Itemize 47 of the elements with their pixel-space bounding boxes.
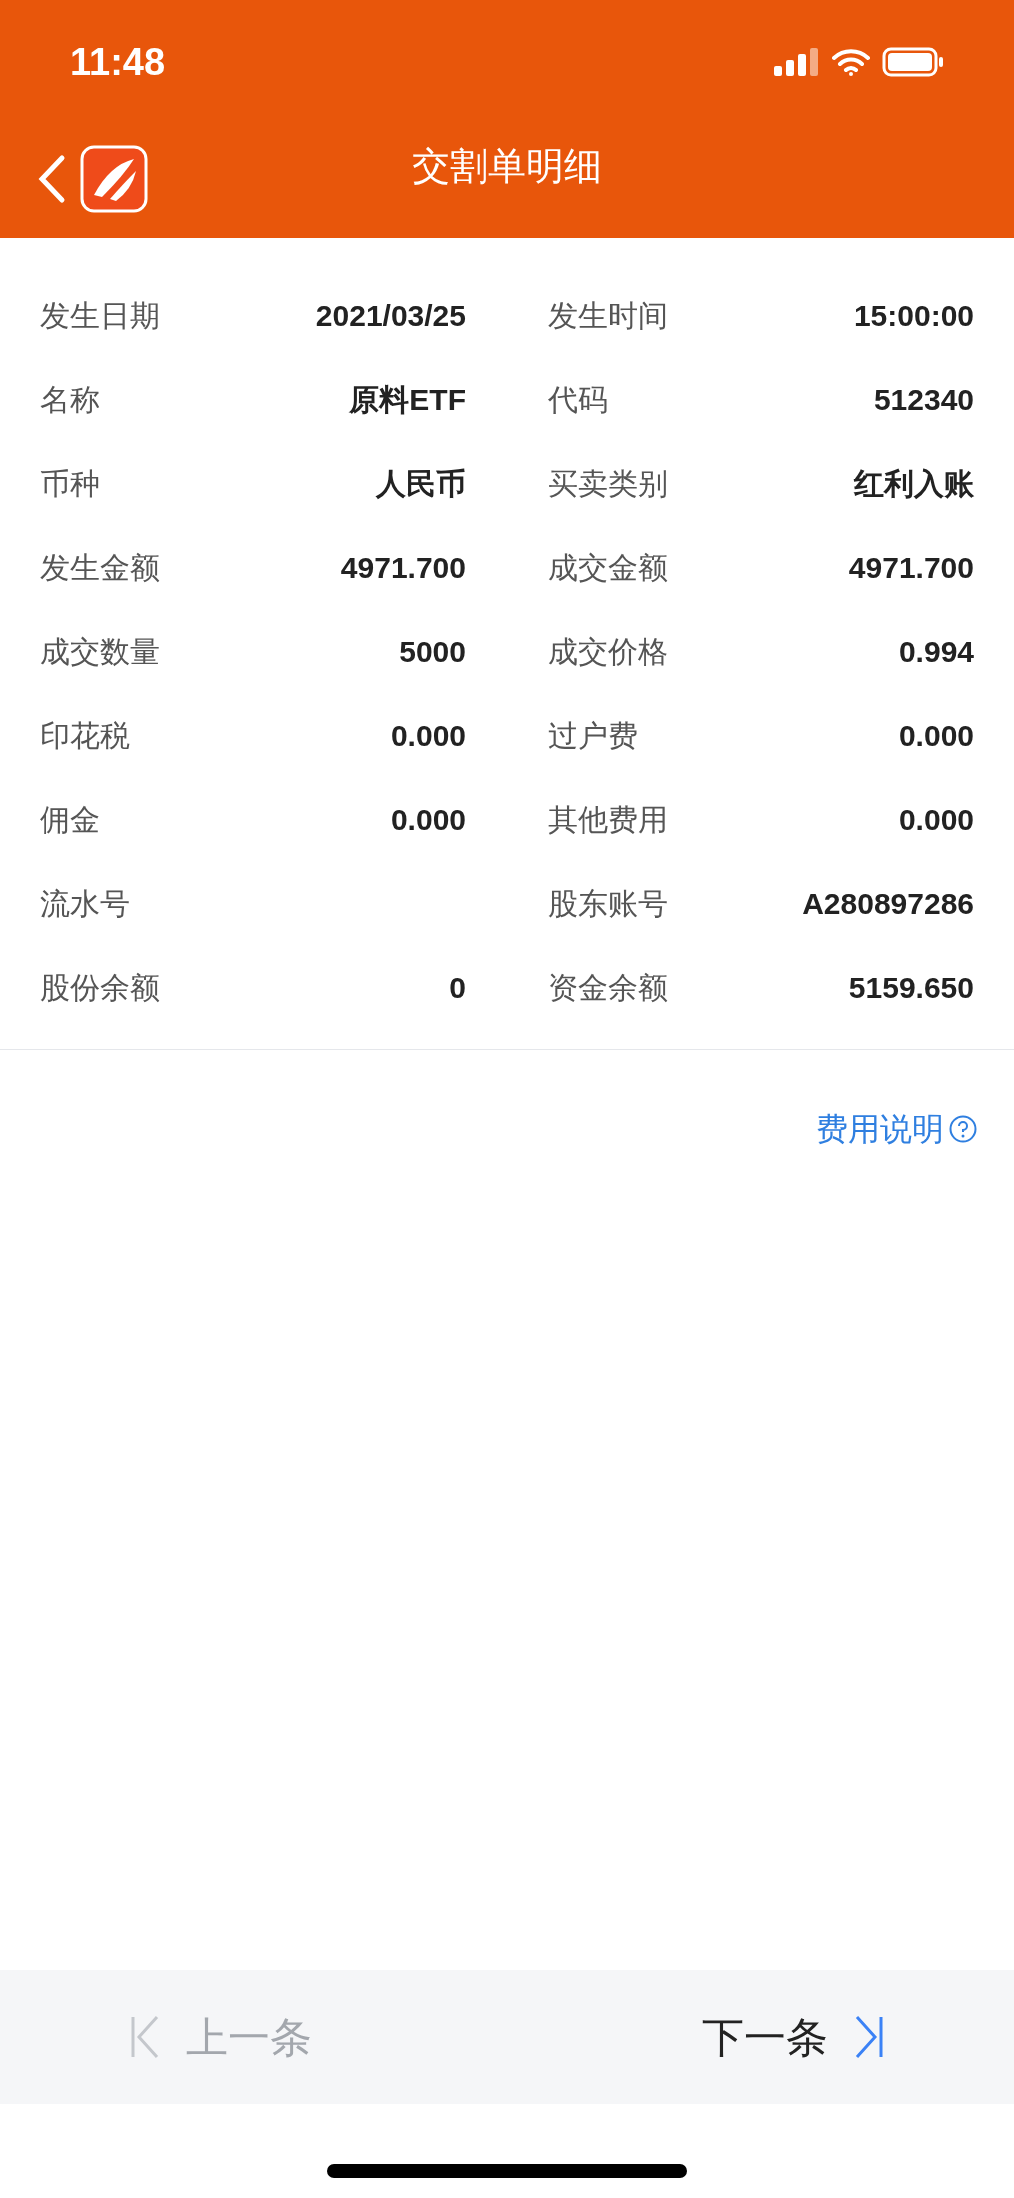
field-label: 成交价格: [548, 633, 668, 670]
field-label: 发生金额: [40, 549, 160, 586]
field-value: 15:00:00: [853, 297, 974, 334]
wifi-icon: [832, 48, 870, 76]
field-label: 佣金: [40, 801, 100, 838]
field-value: 0.994: [898, 633, 974, 670]
field-label: 发生时间: [548, 297, 668, 334]
field-label: 印花税: [40, 717, 130, 754]
field-value: 0.000: [898, 801, 974, 838]
field-value: 512340: [873, 381, 974, 418]
battery-icon: [882, 47, 944, 77]
field-value: A280897286: [802, 885, 974, 922]
field-value: 4971.700: [848, 549, 974, 586]
field-label: 发生日期: [40, 297, 160, 334]
field-value: 0.000: [898, 717, 974, 754]
signal-icon: [774, 48, 820, 76]
field-value: 5159.650: [848, 969, 974, 1006]
field-value: 红利入账: [854, 465, 974, 502]
field-value: 原料ETF: [349, 381, 466, 418]
field-label: 股份余额: [40, 969, 160, 1006]
field-label: 其他费用: [548, 801, 668, 838]
field-label: 名称: [40, 381, 100, 418]
app-logo-icon: [80, 145, 148, 213]
field-label: 流水号: [40, 885, 130, 922]
field-value: 0.000: [390, 801, 466, 838]
next-button[interactable]: 下一条: [702, 2005, 884, 2069]
status-time: 11:48: [70, 39, 166, 85]
field-label: 买卖类别: [548, 465, 668, 502]
field-value: 5000: [399, 633, 466, 670]
field-value: 2021/03/25: [315, 297, 466, 334]
field-label: 成交数量: [40, 633, 160, 670]
help-icon[interactable]: [948, 1114, 978, 1144]
field-value: 人民币: [376, 465, 466, 502]
field-value: 4971.700: [340, 549, 466, 586]
field-label: 过户费: [548, 717, 638, 754]
first-icon: [130, 2013, 160, 2061]
field-label: 成交金额: [548, 549, 668, 586]
back-icon[interactable]: [36, 154, 66, 204]
field-label: 币种: [40, 465, 100, 502]
fee-explanation-link[interactable]: 费用说明: [816, 1105, 944, 1153]
last-icon: [854, 2013, 884, 2061]
field-label: 资金余额: [548, 969, 668, 1006]
field-label: 股东账号: [548, 885, 668, 922]
page-title: 交割单明细: [412, 144, 602, 189]
field-value: 0.000: [390, 717, 466, 754]
field-value: 0: [449, 969, 466, 1006]
field-label: 代码: [548, 381, 608, 418]
